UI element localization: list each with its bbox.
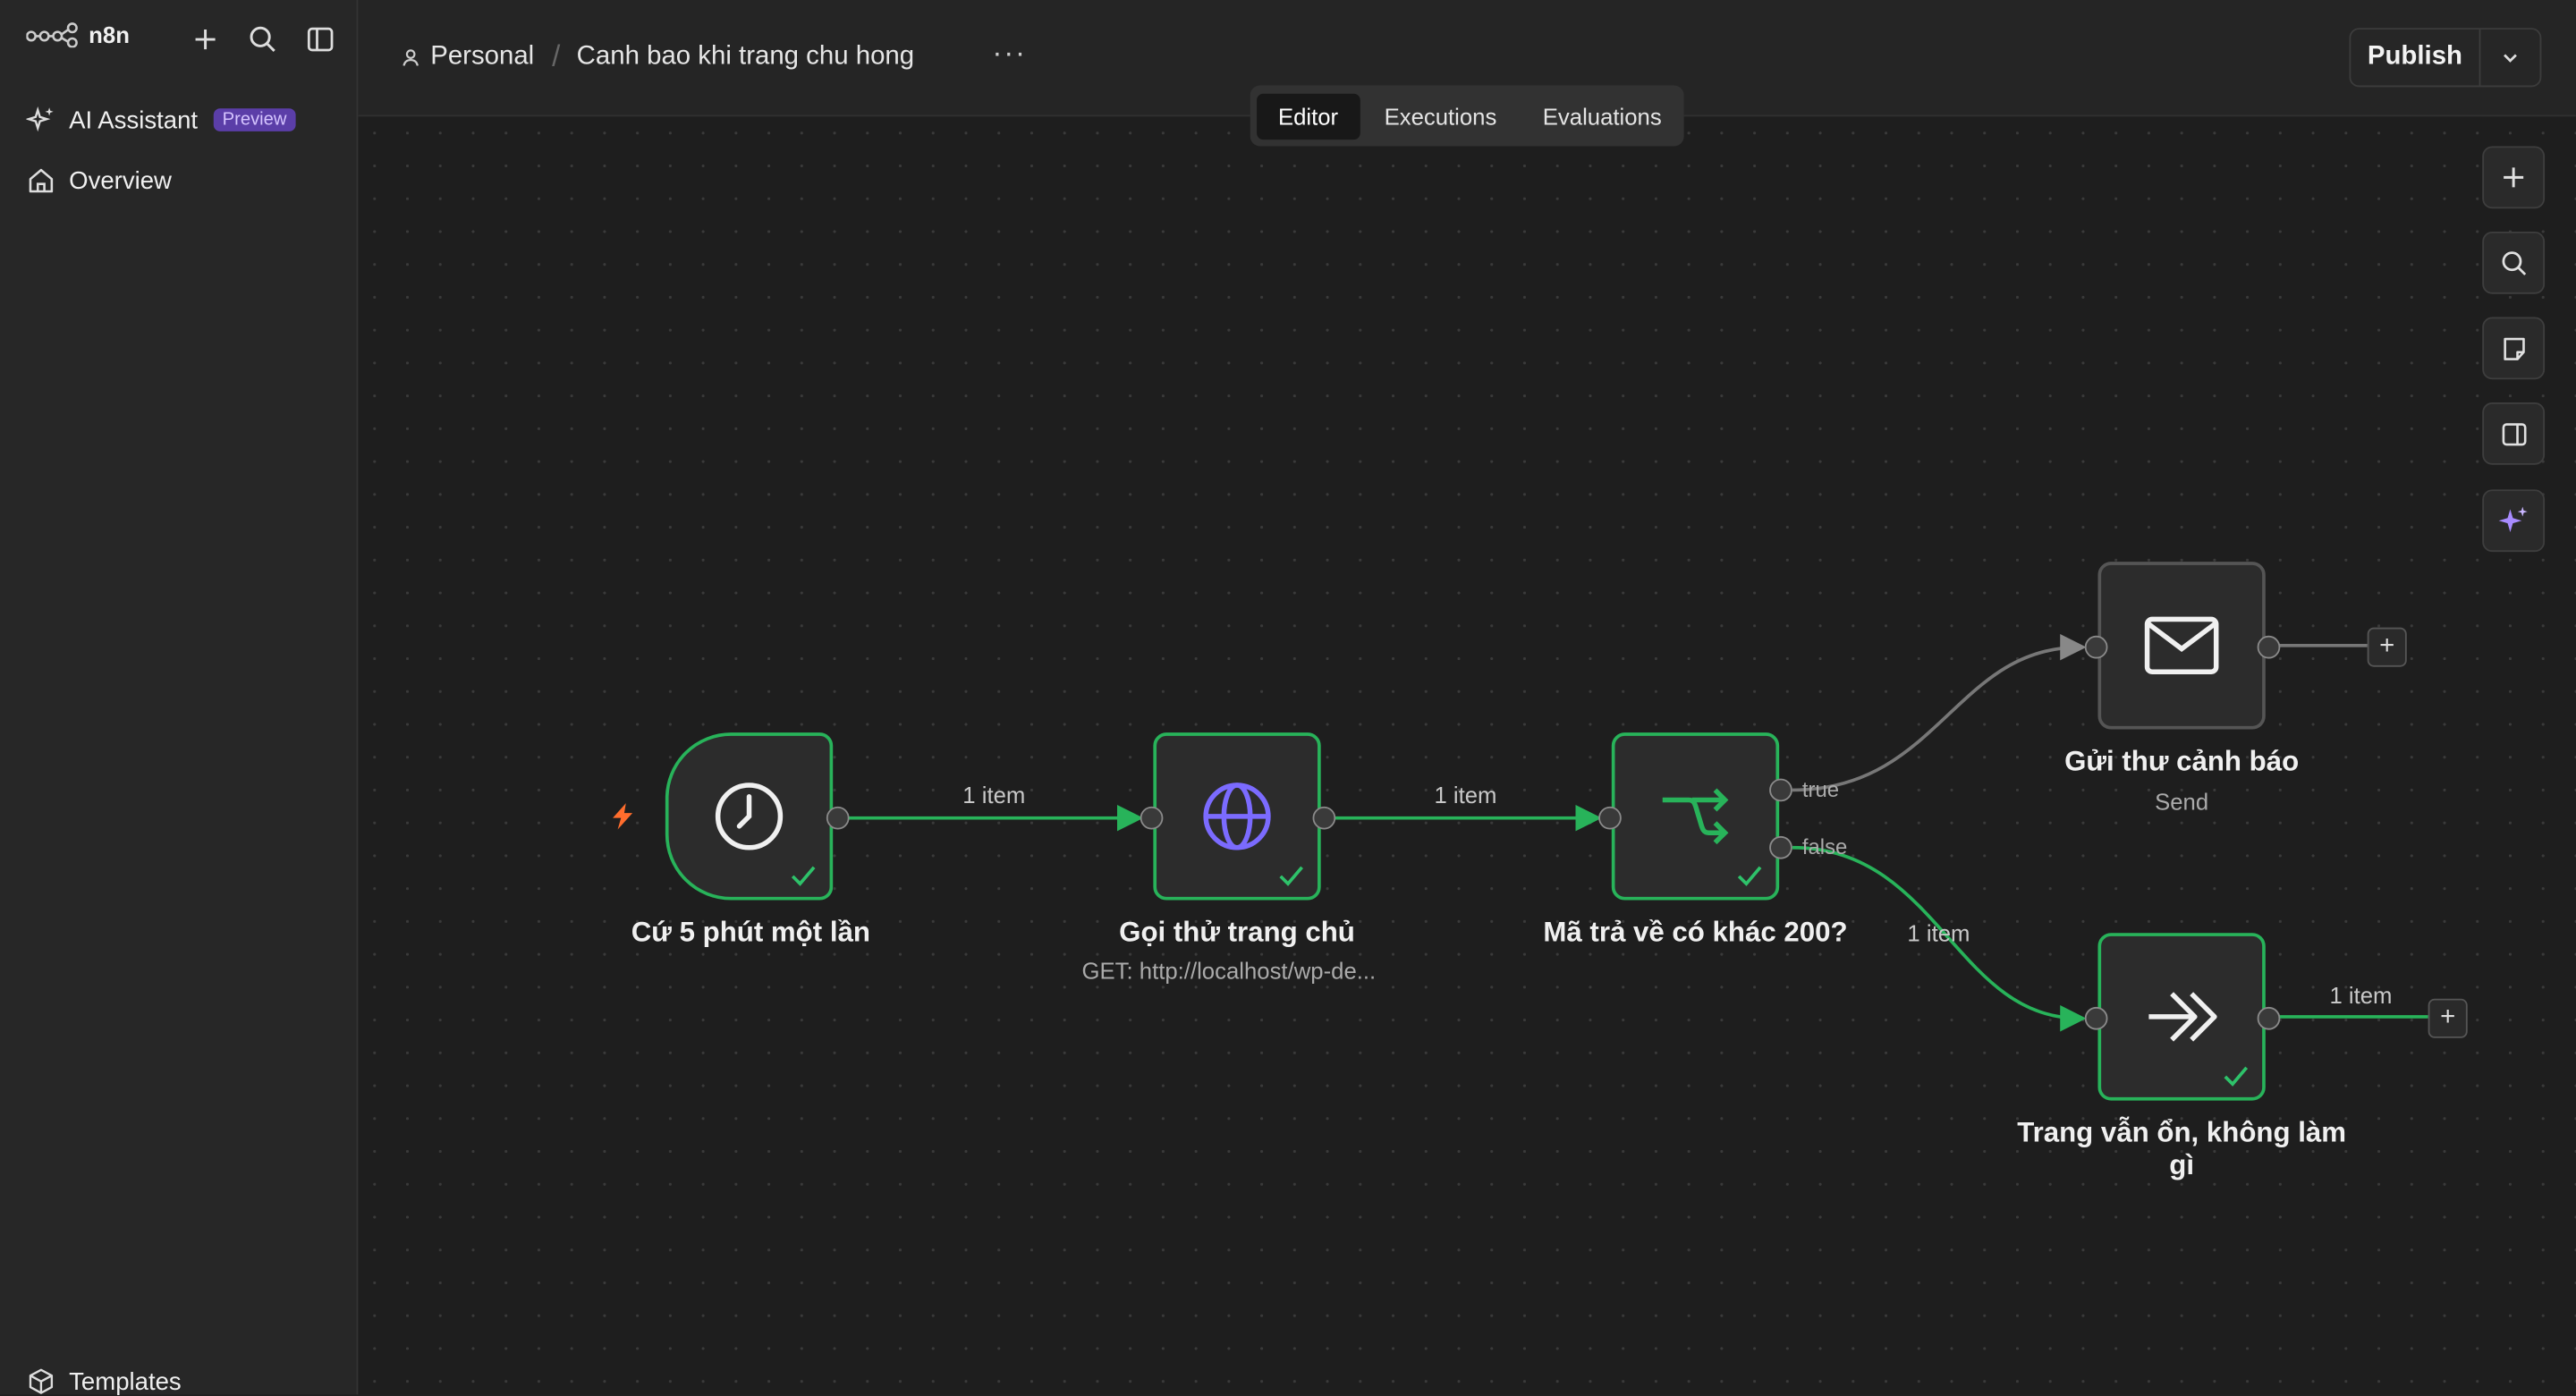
- output-port-true[interactable]: [1769, 778, 1792, 802]
- port-label-true: true: [1801, 776, 1840, 802]
- success-check-icon: [1737, 866, 1762, 886]
- globe-icon: [1203, 783, 1271, 850]
- output-port-false[interactable]: [1769, 835, 1792, 859]
- edge-label: 1 item: [1907, 919, 1970, 946]
- node-schedule-trigger[interactable]: [665, 732, 834, 901]
- output-port[interactable]: [1312, 806, 1336, 830]
- input-port[interactable]: [2084, 1006, 2108, 1030]
- input-port[interactable]: [1598, 806, 1622, 830]
- output-port[interactable]: [826, 806, 850, 830]
- edge-label: 1 item: [962, 782, 1026, 808]
- sticky-note-icon: [2503, 336, 2524, 360]
- node-subtitle: GET: http://localhost/wp-de...: [1081, 957, 1377, 985]
- search-nodes-button[interactable]: [2482, 231, 2546, 294]
- branch-icon: [1662, 788, 1729, 845]
- toggle-panel-button[interactable]: [2482, 402, 2546, 465]
- node-label: Gọi thử trang chủ: [1119, 916, 1355, 948]
- node-subtitle: Send: [2155, 788, 2209, 816]
- trigger-bolt-icon: [613, 803, 633, 830]
- edge-label: 1 item: [1434, 782, 1497, 808]
- envelope-icon: [2144, 616, 2219, 674]
- port-label-false: false: [1801, 834, 1848, 859]
- node-label: Cứ 5 phút một lần: [631, 916, 870, 948]
- sparkles-icon: [2498, 506, 2528, 533]
- node-label: Mã trả về có khác 200?: [1543, 916, 1848, 948]
- node-http-request[interactable]: [1153, 732, 1321, 901]
- ai-builder-button[interactable]: [2482, 489, 2546, 553]
- success-check-icon: [2224, 1066, 2249, 1087]
- sticky-note-button[interactable]: [2482, 317, 2546, 380]
- success-check-icon: [791, 866, 816, 886]
- add-node-button[interactable]: +: [2367, 627, 2407, 667]
- add-node-button[interactable]: +: [2428, 998, 2468, 1038]
- node-send-email[interactable]: [2097, 562, 2266, 730]
- search-icon: [2501, 250, 2526, 275]
- input-port[interactable]: [1140, 806, 1164, 830]
- success-check-icon: [1279, 866, 1303, 886]
- output-port[interactable]: [2257, 1006, 2281, 1030]
- node-label: Gửi thư cảnh báo: [2064, 745, 2300, 777]
- output-port[interactable]: [2257, 635, 2281, 659]
- panel-icon: [2501, 422, 2526, 445]
- edge-label: 1 item: [2329, 982, 2393, 1009]
- input-port[interactable]: [2084, 635, 2108, 659]
- add-node-toolbar-button[interactable]: [2482, 146, 2546, 209]
- double-chevron-icon: [2148, 992, 2217, 1042]
- plus-icon: [2504, 167, 2524, 188]
- node-no-op[interactable]: [2097, 933, 2266, 1101]
- node-if-condition[interactable]: [1611, 732, 1780, 901]
- clock-icon: [715, 783, 784, 850]
- node-label: Trang vẫn ổn, không làm gì: [2017, 1116, 2347, 1181]
